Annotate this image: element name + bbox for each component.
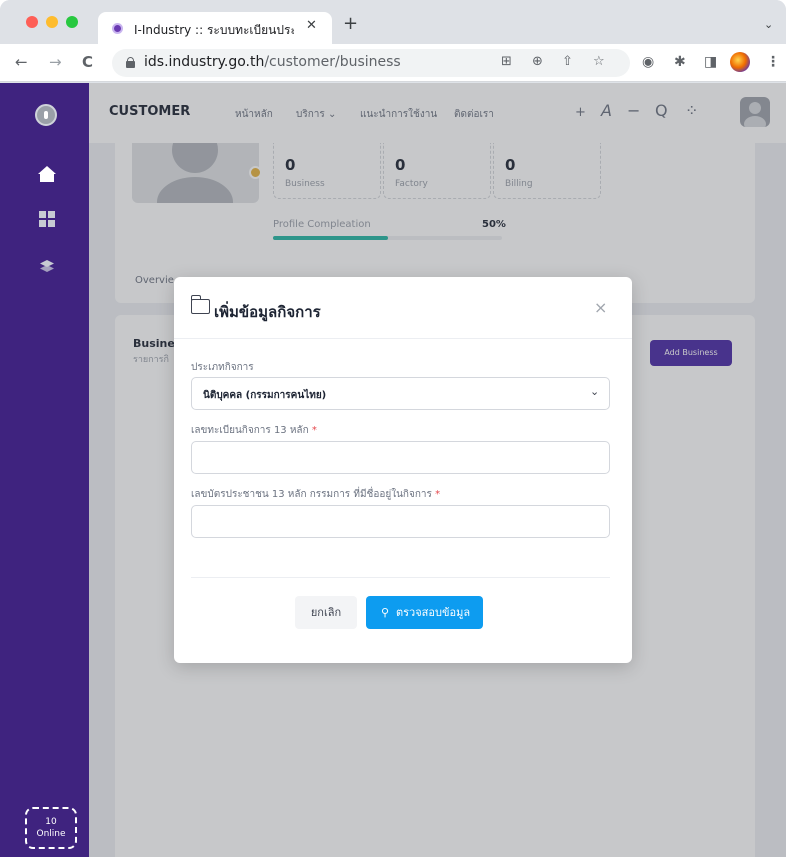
add-business-modal: เพิ่มข้อมูลกิจการ × ประเภทกิจการ นิติบุค… [174, 277, 632, 663]
registration-number-label: เลขทะเบียนกิจการ 13 หลัก * [191, 423, 317, 438]
tab-close-icon[interactable]: ✕ [306, 18, 317, 33]
modal-header-divider [174, 338, 632, 339]
verify-data-label: ตรวจสอบข้อมูล [396, 606, 471, 619]
required-mark: * [435, 489, 441, 500]
browser-window: I-Industry :: ระบบทะเบียนประวัติผู ✕ + ⌄… [0, 0, 786, 857]
forward-button[interactable]: → [49, 53, 62, 71]
business-type-label: ประเภทกิจการ [191, 362, 254, 373]
online-label: Online [36, 829, 66, 839]
required-mark: * [311, 425, 317, 436]
browser-menu-icon[interactable]: ⋮ [766, 53, 780, 71]
close-icon[interactable]: × [594, 298, 607, 317]
browser-profile-avatar[interactable] [730, 52, 750, 72]
extensions-icon[interactable]: ✱ [674, 53, 686, 71]
registration-number-input[interactable] [191, 441, 610, 474]
new-tab-button[interactable]: + [343, 15, 358, 33]
share-icon[interactable]: ⇧ [562, 54, 573, 69]
dashboard-grid-icon[interactable] [39, 211, 55, 227]
director-id-input[interactable] [191, 505, 610, 538]
cancel-button[interactable]: ยกเลิก [295, 596, 357, 629]
address-bar[interactable]: ids.industry.go.th/customer/business ⊞ ⊕… [112, 49, 630, 77]
home-icon[interactable] [38, 166, 56, 182]
director-id-label-text: เลขบัตรประชาชน 13 หลัก กรรมการ ที่มีชื่อ… [191, 489, 432, 500]
business-type-value: นิติบุคคล (กรรมการคนไทย) [203, 390, 327, 401]
camera-icon[interactable]: ◉ [642, 53, 654, 71]
site-favicon-icon [112, 23, 123, 34]
side-panel-icon[interactable]: ◨ [704, 53, 717, 71]
window-minimize-button[interactable] [46, 16, 58, 28]
url-host: ids.industry.go.th [144, 54, 265, 70]
zoom-icon[interactable]: ⊕ [532, 54, 543, 69]
url-text[interactable]: ids.industry.go.th/customer/business [144, 54, 401, 70]
reload-button[interactable]: C [82, 53, 93, 71]
director-id-label: เลขบัตรประชาชน 13 หลัก กรรมการ ที่มีชื่อ… [191, 487, 440, 502]
layers-icon[interactable] [38, 260, 56, 274]
site-logo-icon[interactable] [35, 104, 57, 126]
browser-tab-active[interactable]: I-Industry :: ระบบทะเบียนประวัติผู ✕ [98, 12, 332, 44]
window-maximize-button[interactable] [66, 16, 78, 28]
search-icon: ⚲ [381, 606, 390, 619]
chevron-down-icon: ⌄ [590, 385, 600, 398]
online-count: 10 [45, 817, 57, 827]
tab-strip: I-Industry :: ระบบทะเบียนประวัติผู ✕ + ⌄ [0, 0, 786, 44]
online-users-badge: 10 Online [25, 807, 77, 849]
business-type-select[interactable]: นิติบุคคล (กรรมการคนไทย) ⌄ [191, 377, 610, 410]
translate-icon[interactable]: ⊞ [501, 54, 512, 69]
window-close-button[interactable] [26, 16, 38, 28]
folder-add-icon [191, 295, 210, 314]
sidebar: 10 Online [0, 83, 89, 857]
tab-title: I-Industry :: ระบบทะเบียนประวัติผู [134, 23, 294, 37]
registration-number-label-text: เลขทะเบียนกิจการ 13 หลัก [191, 425, 309, 436]
back-button[interactable]: ← [15, 53, 28, 71]
modal-footer-divider [191, 577, 610, 578]
tab-search-button[interactable]: ⌄ [764, 18, 773, 31]
url-path: /customer/business [264, 54, 401, 70]
verify-data-button[interactable]: ⚲ ตรวจสอบข้อมูล [366, 596, 483, 629]
modal-title: เพิ่มข้อมูลกิจการ [214, 303, 321, 321]
bookmark-star-icon[interactable]: ☆ [593, 54, 605, 69]
lock-icon[interactable] [126, 57, 135, 68]
browser-toolbar: ← → C ids.industry.go.th/customer/busine… [0, 44, 786, 82]
